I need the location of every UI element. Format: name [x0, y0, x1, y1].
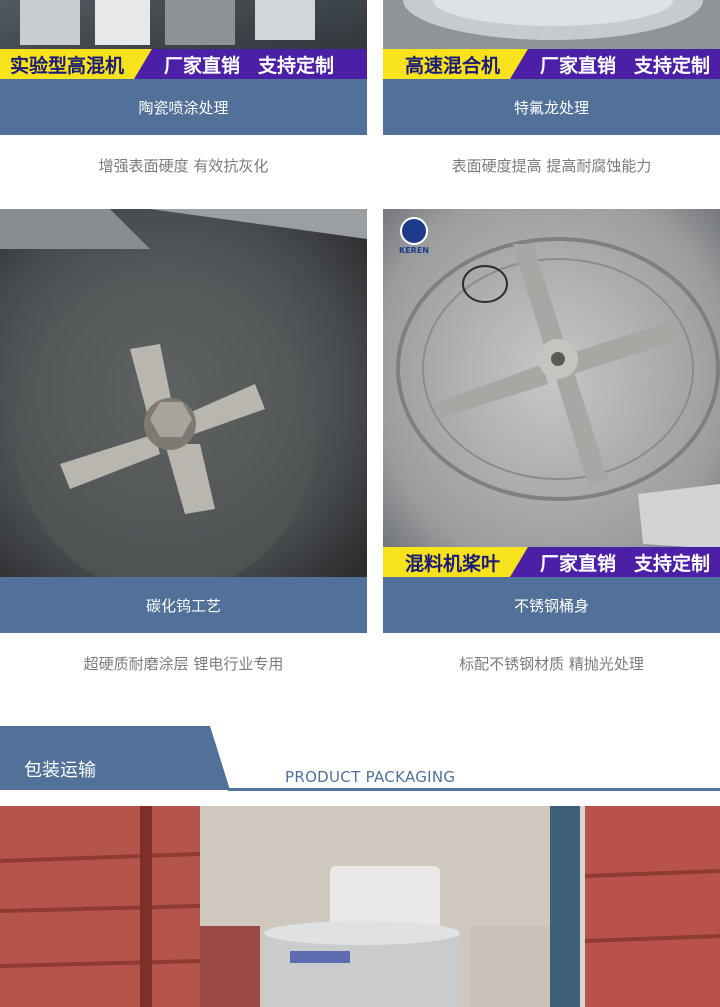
product-photo: 实验型高混机 厂家直销 支持定制 [0, 0, 367, 79]
section-divider [228, 788, 720, 791]
promo-banner: 混料机桨叶 厂家直销 支持定制 [383, 547, 720, 577]
section-title: 包装运输 [24, 760, 96, 781]
product-card: 实验型高混机 厂家直销 支持定制 陶瓷喷涂处理 增强表面硬度 有效抗灰化 [0, 0, 367, 195]
product-card: 高速混合机 厂家直销 支持定制 特氟龙处理 表面硬度提高 提高耐腐蚀能力 [383, 0, 720, 195]
packaging-truck-image [0, 806, 720, 1007]
banner-slogan-2: 支持定制 [634, 54, 711, 77]
card-description: 表面硬度提高 提高耐腐蚀能力 [451, 156, 652, 175]
banner-slogan: 厂家直销 支持定制 [510, 547, 720, 577]
banner-slogan-1: 厂家直销 [540, 54, 617, 77]
banner-slogan-2: 支持定制 [634, 552, 711, 575]
product-card: 碳化钨工艺 超硬质耐磨涂层 锂电行业专用 [0, 209, 367, 693]
logo-mark-icon [400, 217, 428, 245]
product-card: KEREN 混料机桨叶 厂家直销 支持定制 不锈钢桶身 标配不锈钢材质 精抛光处… [383, 209, 720, 693]
product-photo: KEREN 混料机桨叶 厂家直销 支持定制 [383, 209, 720, 577]
tungsten-blade-image [0, 209, 367, 577]
banner-product-name: 混料机桨叶 [383, 547, 529, 577]
card-description: 超硬质耐磨涂层 锂电行业专用 [83, 654, 284, 673]
banner-slogan: 厂家直销 支持定制 [510, 49, 720, 79]
product-photo [0, 209, 367, 577]
banner-product-name: 实验型高混机 [0, 49, 153, 79]
section-header: 包装运输 PRODUCT PACKAGING [0, 726, 720, 796]
banner-slogan-1: 厂家直销 [164, 54, 241, 77]
promo-banner: 实验型高混机 厂家直销 支持定制 [0, 49, 367, 79]
banner-slogan: 厂家直销 支持定制 [134, 49, 367, 79]
keren-logo: KEREN [397, 217, 431, 255]
card-title: 陶瓷喷涂处理 [0, 79, 367, 135]
promo-banner: 高速混合机 厂家直销 支持定制 [383, 49, 720, 79]
card-description: 增强表面硬度 有效抗灰化 [98, 156, 269, 175]
card-description: 标配不锈钢材质 精抛光处理 [459, 654, 644, 673]
banner-slogan-2: 支持定制 [258, 54, 335, 77]
card-title: 特氟龙处理 [383, 79, 720, 135]
section-subtitle: PRODUCT PACKAGING [285, 768, 456, 786]
card-title: 碳化钨工艺 [0, 577, 367, 633]
banner-product-name: 高速混合机 [383, 49, 529, 79]
card-title: 不锈钢桶身 [383, 577, 720, 633]
logo-text: KEREN [399, 246, 429, 255]
banner-slogan-1: 厂家直销 [540, 552, 617, 575]
stainless-blade-image [383, 209, 720, 577]
packaging-photo [0, 806, 720, 1007]
product-photo: 高速混合机 厂家直销 支持定制 [383, 0, 720, 79]
